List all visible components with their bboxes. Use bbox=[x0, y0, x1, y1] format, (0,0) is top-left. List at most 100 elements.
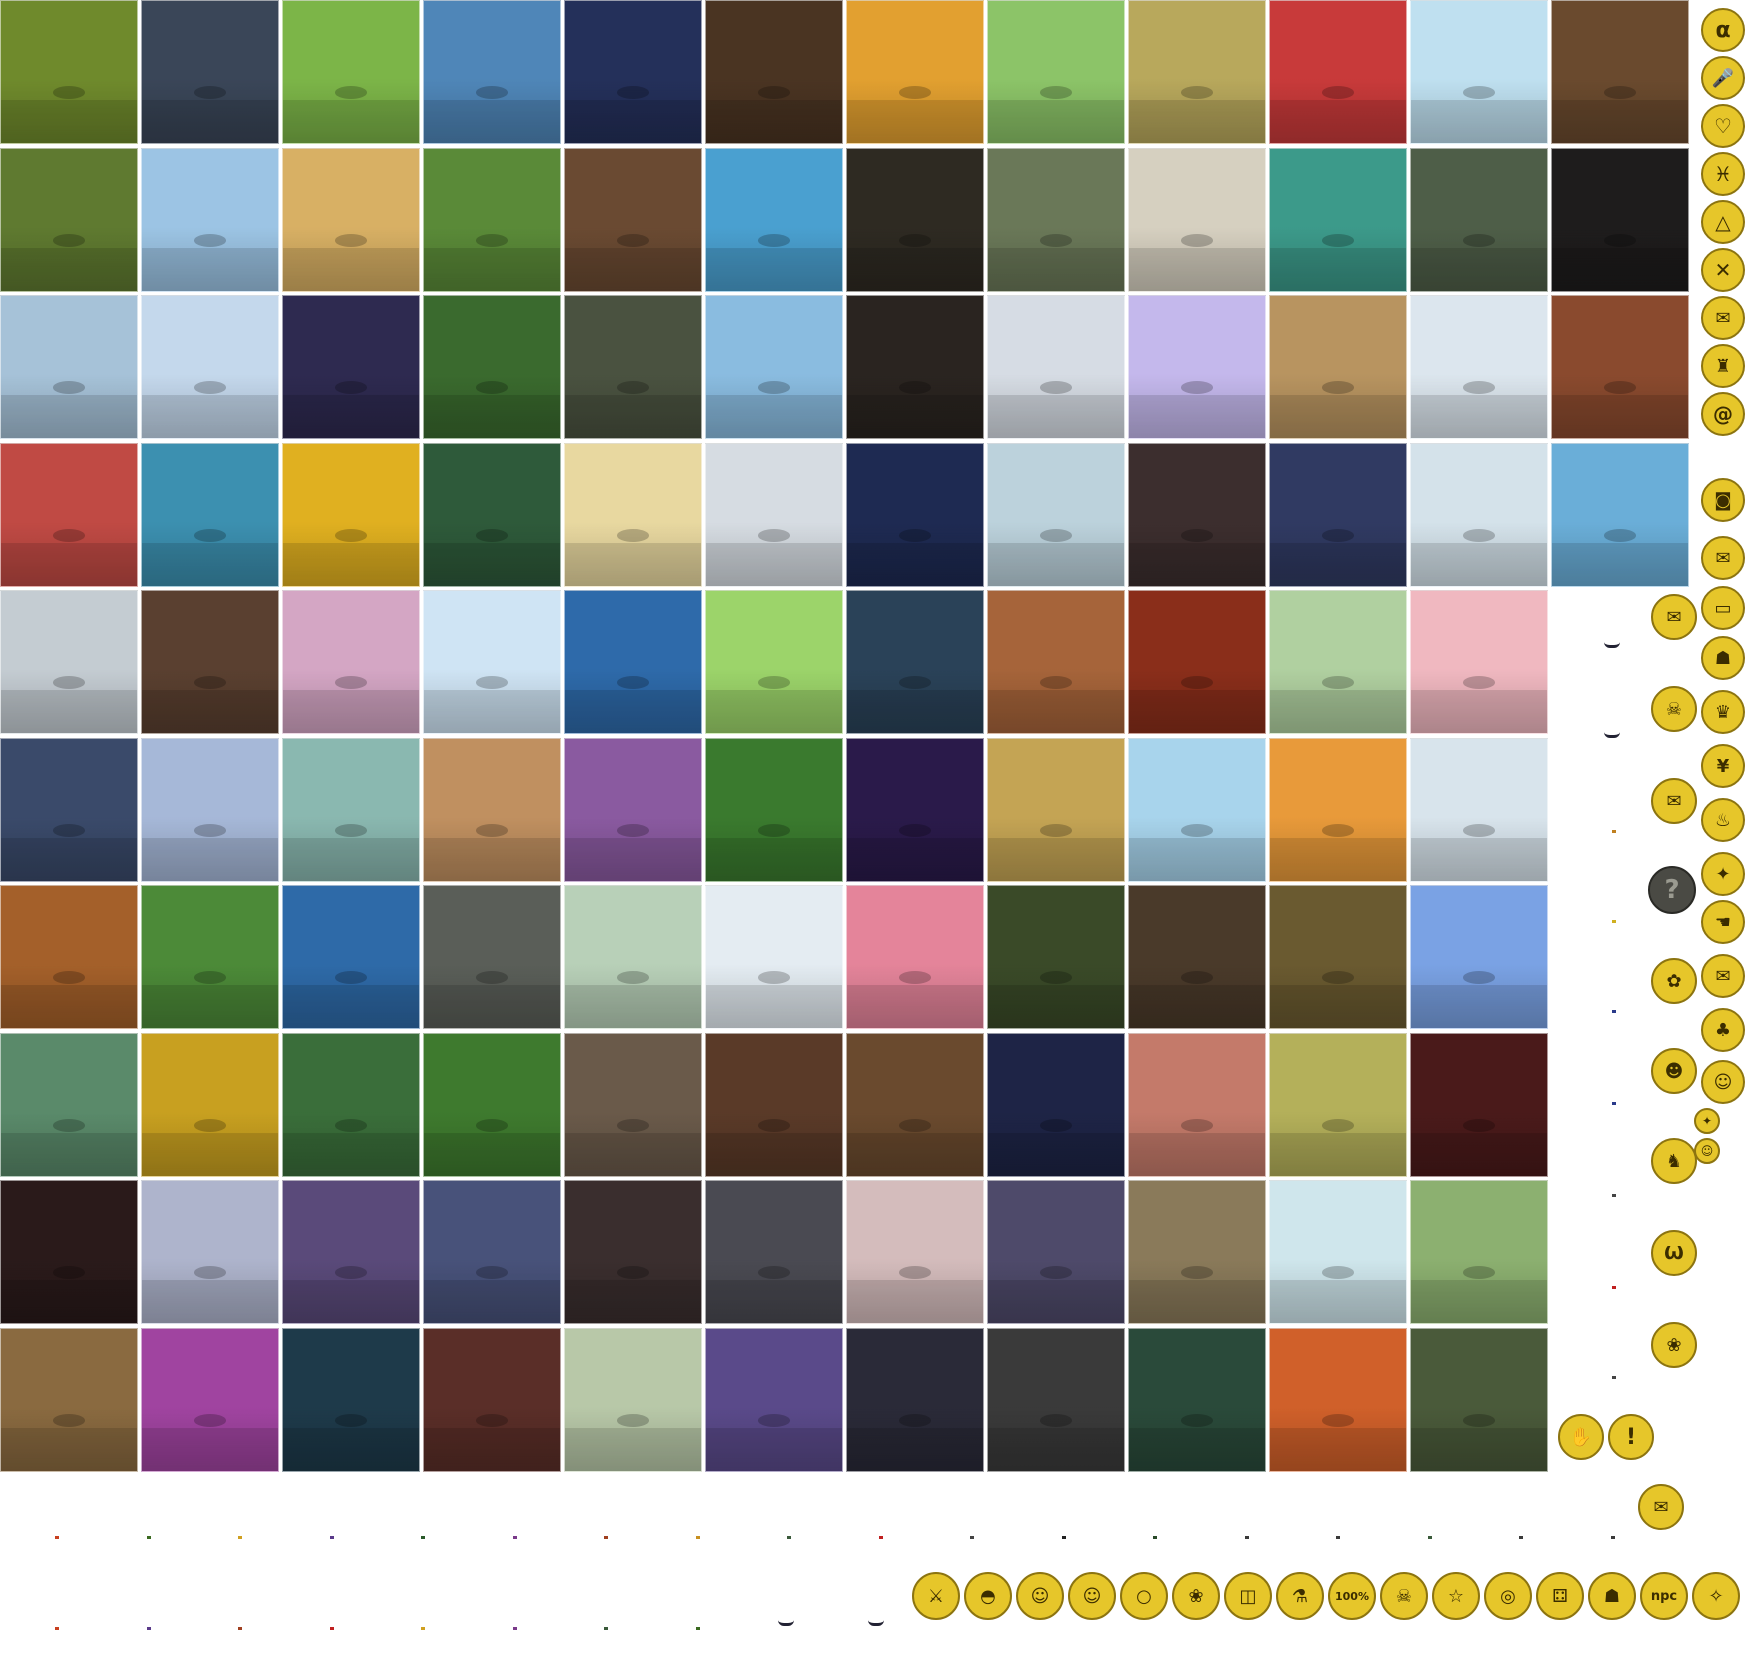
tile-ground bbox=[706, 1133, 842, 1176]
background-tile bbox=[1269, 738, 1407, 882]
mail-badge-icon: ✉ bbox=[1701, 296, 1745, 340]
background-tile bbox=[987, 885, 1125, 1029]
background-tile bbox=[1410, 1328, 1548, 1472]
background-tile bbox=[1410, 295, 1548, 439]
background-tile bbox=[1269, 1033, 1407, 1177]
tile-shadow bbox=[1603, 529, 1637, 542]
tile-shadow bbox=[616, 86, 650, 99]
tile-shadow bbox=[616, 1414, 650, 1427]
marker-dot bbox=[1244, 1536, 1249, 1539]
background-tile bbox=[846, 443, 984, 587]
tile-ground bbox=[847, 1133, 983, 1176]
tile-shadow bbox=[616, 234, 650, 247]
tile-ground bbox=[1411, 690, 1547, 733]
background-tile bbox=[705, 1180, 843, 1324]
tile-ground bbox=[1270, 1428, 1406, 1471]
tile-shadow bbox=[52, 529, 86, 542]
tile-ground bbox=[424, 690, 560, 733]
bottom-badge-icon: ○ bbox=[1120, 1572, 1168, 1620]
tile-shadow bbox=[898, 381, 932, 394]
background-tile bbox=[423, 0, 561, 144]
background-tile bbox=[846, 590, 984, 734]
marker-dot bbox=[512, 1627, 517, 1630]
tile-shadow bbox=[1039, 234, 1073, 247]
bottom-badge-icon: ❀ bbox=[1172, 1572, 1220, 1620]
tile-shadow bbox=[1321, 1414, 1355, 1427]
background-tile bbox=[1128, 738, 1266, 882]
tile-ground bbox=[847, 395, 983, 438]
background-tile bbox=[1269, 885, 1407, 1029]
background-tile bbox=[282, 1180, 420, 1324]
tile-ground bbox=[1, 395, 137, 438]
tile-ground bbox=[847, 543, 983, 586]
background-tile bbox=[1410, 443, 1548, 587]
tile-ground bbox=[1, 838, 137, 881]
background-tile bbox=[846, 1328, 984, 1472]
background-tile bbox=[705, 148, 843, 292]
background-tile bbox=[846, 148, 984, 292]
question-badge-label: ? bbox=[1664, 875, 1680, 905]
marker-dot bbox=[1610, 1536, 1615, 1539]
tile-shadow bbox=[1039, 529, 1073, 542]
tile-shadow bbox=[1039, 381, 1073, 394]
tile-shadow bbox=[1180, 1414, 1214, 1427]
tile-shadow bbox=[334, 529, 368, 542]
tile-shadow bbox=[616, 1266, 650, 1279]
background-tile bbox=[141, 590, 279, 734]
tile-shadow bbox=[1180, 86, 1214, 99]
background-tile bbox=[1551, 443, 1689, 587]
background-tile bbox=[987, 738, 1125, 882]
tile-shadow bbox=[1180, 234, 1214, 247]
tile-shadow bbox=[757, 1414, 791, 1427]
background-tile bbox=[987, 295, 1125, 439]
marker-dot bbox=[1061, 1536, 1066, 1539]
tile-ground bbox=[424, 985, 560, 1028]
hat-badge-icon: ♞ bbox=[1651, 1138, 1697, 1184]
tile-shadow bbox=[1039, 1414, 1073, 1427]
tile-ground bbox=[1, 100, 137, 143]
marker-dot bbox=[512, 1536, 517, 1539]
tile-shadow bbox=[757, 381, 791, 394]
background-tile bbox=[1128, 1328, 1266, 1472]
tile-ground bbox=[1129, 395, 1265, 438]
tile-ground bbox=[1, 1428, 137, 1471]
tile-ground bbox=[1411, 838, 1547, 881]
tile-shadow bbox=[1603, 381, 1637, 394]
tile-shadow bbox=[1039, 1119, 1073, 1132]
background-tile bbox=[423, 885, 561, 1029]
marker-dot bbox=[1612, 1010, 1616, 1013]
tile-ground bbox=[706, 838, 842, 881]
background-tile bbox=[705, 0, 843, 144]
tile-ground bbox=[847, 838, 983, 881]
tile-shadow bbox=[1039, 971, 1073, 984]
tile-shadow bbox=[52, 1414, 86, 1427]
background-tile bbox=[846, 738, 984, 882]
tree-badge-icon: △ bbox=[1701, 200, 1745, 244]
tile-ground bbox=[1270, 395, 1406, 438]
background-tile bbox=[705, 443, 843, 587]
tile-ground bbox=[1129, 1280, 1265, 1323]
tile-ground bbox=[283, 395, 419, 438]
tile-shadow bbox=[898, 86, 932, 99]
tile-shadow bbox=[616, 381, 650, 394]
tile-shadow bbox=[475, 676, 509, 689]
tile-shadow bbox=[757, 86, 791, 99]
background-tile bbox=[846, 295, 984, 439]
tile-ground bbox=[565, 543, 701, 586]
background-tile bbox=[141, 295, 279, 439]
tile-ground bbox=[424, 100, 560, 143]
background-tile bbox=[141, 148, 279, 292]
background-tile bbox=[564, 1180, 702, 1324]
tile-shadow bbox=[1462, 529, 1496, 542]
tools-badge-icon: ✕ bbox=[1701, 248, 1745, 292]
tile-shadow bbox=[193, 1266, 227, 1279]
fire-badge-icon: ♨ bbox=[1701, 798, 1745, 842]
bottom-badge-icon: ☺ bbox=[1016, 1572, 1064, 1620]
tile-shadow bbox=[52, 381, 86, 394]
background-tile bbox=[1128, 590, 1266, 734]
tile-ground bbox=[565, 395, 701, 438]
tile-shadow bbox=[334, 971, 368, 984]
tile-ground bbox=[847, 690, 983, 733]
tile-shadow bbox=[898, 1266, 932, 1279]
background-tile bbox=[1410, 0, 1548, 144]
